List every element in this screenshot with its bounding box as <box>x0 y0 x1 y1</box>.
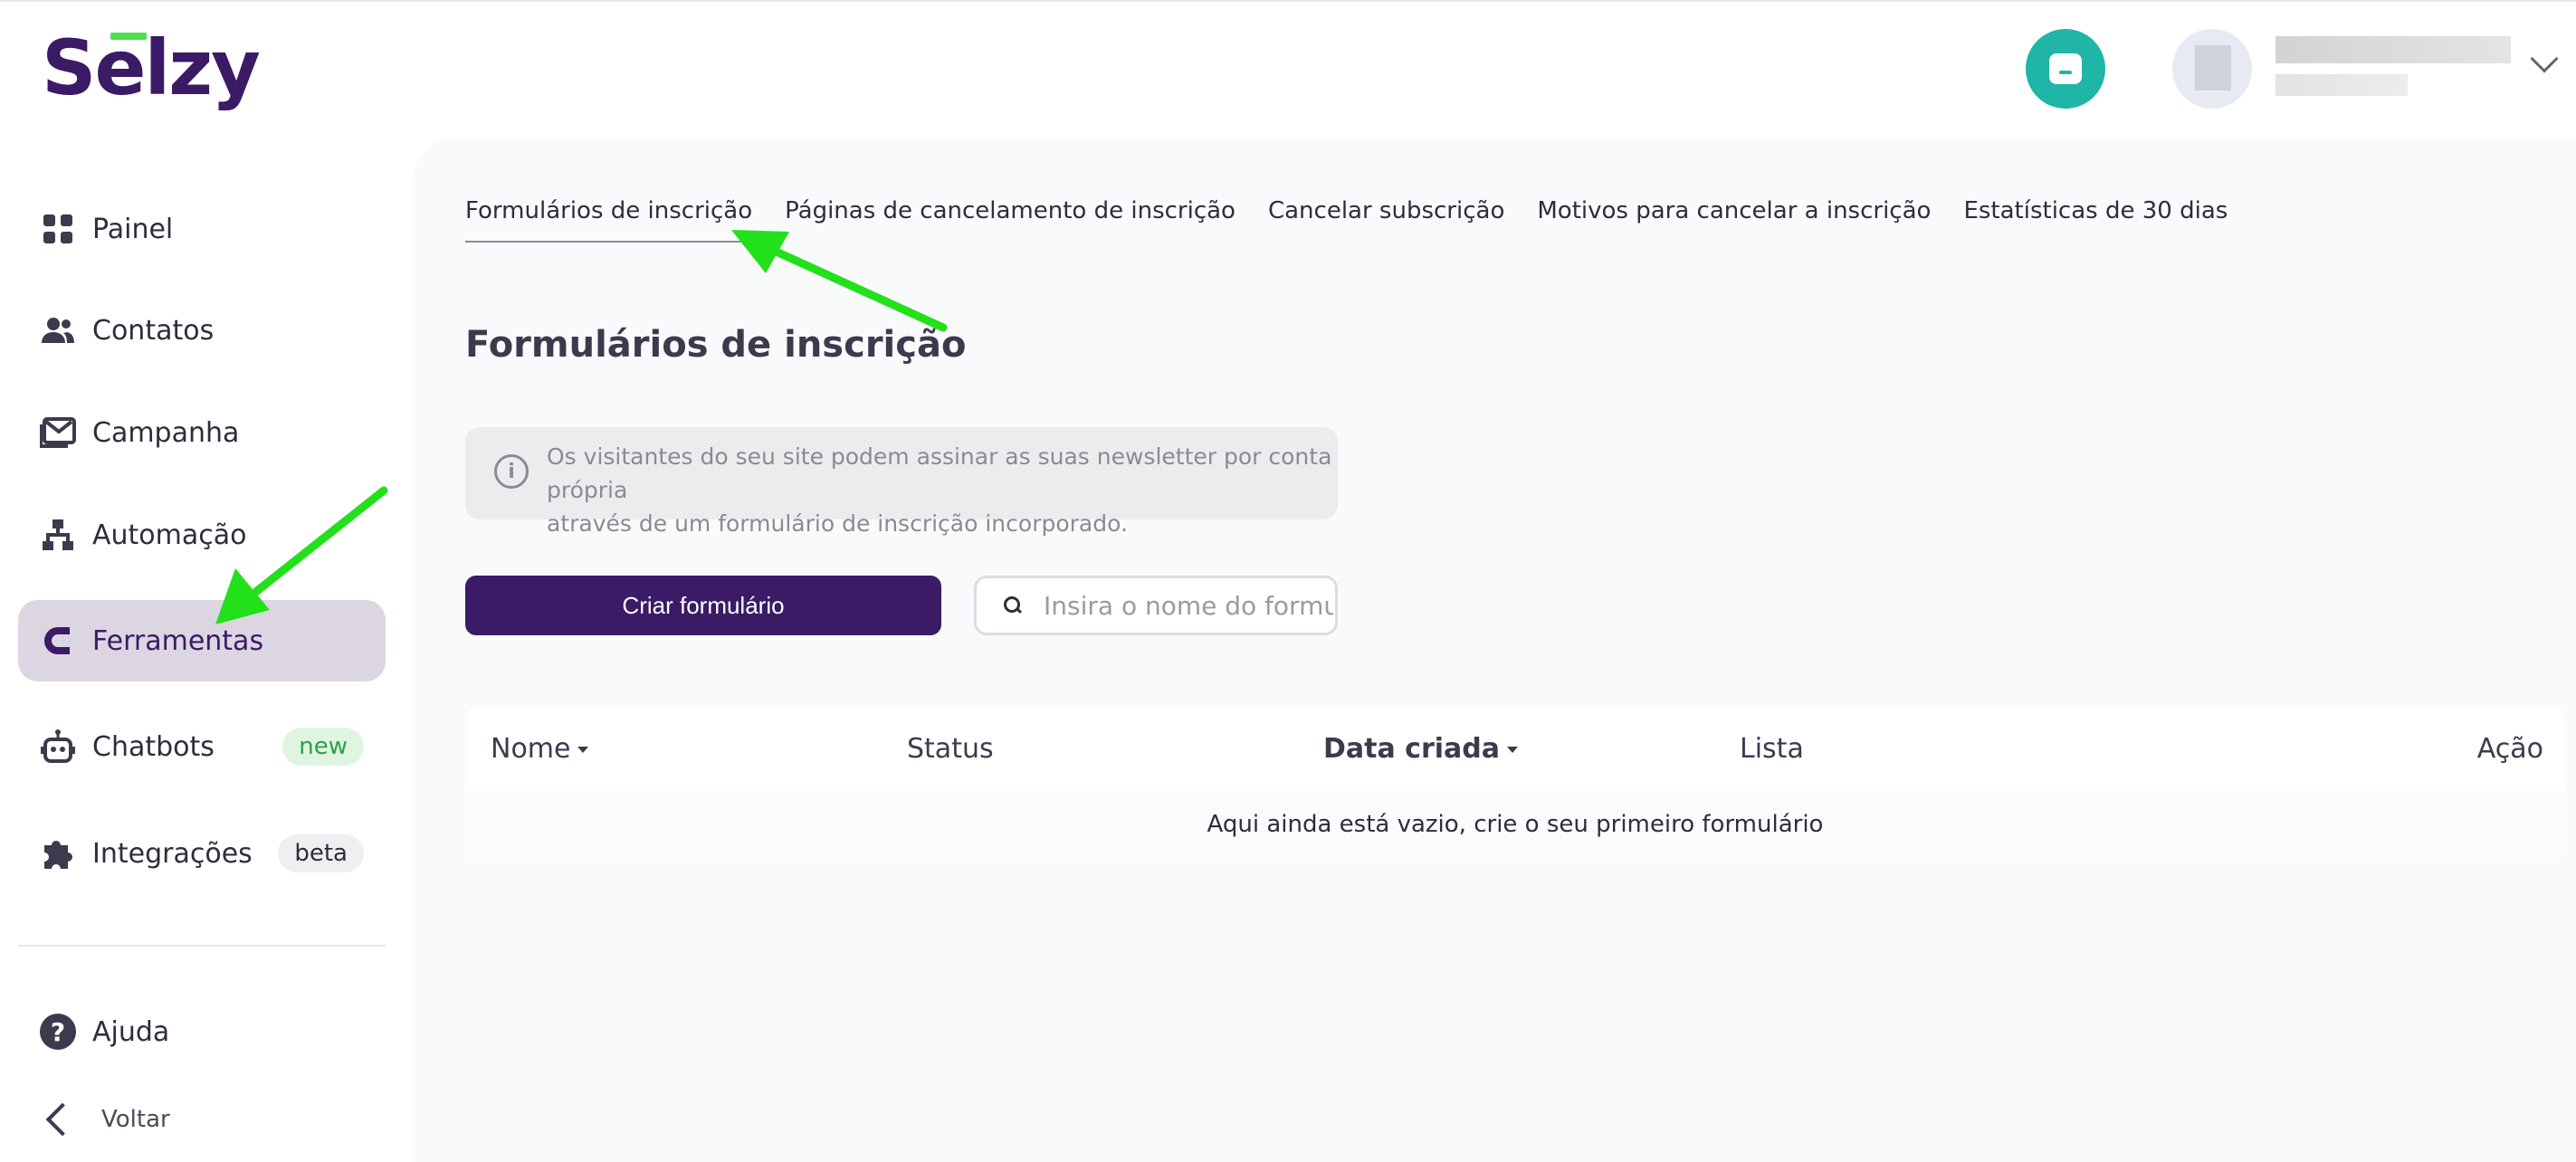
puzzle-icon <box>40 835 76 872</box>
back-label: Voltar <box>101 1106 170 1133</box>
help-link[interactable]: ? Ajuda <box>40 1014 169 1050</box>
sidebar-divider <box>18 945 386 947</box>
chat-button[interactable] <box>2026 29 2105 109</box>
search-icon <box>1004 596 1022 614</box>
help-icon: ? <box>40 1014 76 1050</box>
tab-30-day-stats[interactable]: Estatísticas de 30 dias <box>1963 197 2228 243</box>
top-bar: Selzy <box>0 0 2576 136</box>
sidebar-item-label: Campanha <box>92 416 240 449</box>
sidebar-item-label: Painel <box>92 213 174 245</box>
selzy-logo[interactable]: Selzy <box>42 24 261 112</box>
sidebar-item-campanha[interactable]: Campanha <box>18 392 386 473</box>
mail-icon <box>40 414 76 451</box>
sort-caret-icon <box>577 747 589 753</box>
tab-unsubscribe[interactable]: Cancelar subscrição <box>1268 197 1504 243</box>
sidebar-item-label: Ferramentas <box>92 624 264 657</box>
tab-unsubscribe-reasons[interactable]: Motivos para cancelar a inscrição <box>1537 197 1931 243</box>
sidebar-item-label: Automação <box>92 519 247 551</box>
info-text-line: através de um formulário de inscrição in… <box>547 510 1128 537</box>
hierarchy-icon <box>40 517 76 553</box>
info-banner: i Os visitantes do seu site podem assina… <box>465 427 1338 537</box>
sidebar-item-ferramentas[interactable]: Ferramentas <box>18 600 386 681</box>
column-header-status: Status <box>907 733 994 765</box>
column-header-action: Ação <box>2476 733 2543 765</box>
tab-bar: Formulários de inscrição Páginas de canc… <box>465 197 2228 243</box>
info-text-line: Os visitantes do seu site podem assinar … <box>547 443 1332 503</box>
column-header-date-created[interactable]: Data criada <box>1323 733 1518 765</box>
main-content: Formulários de inscrição Páginas de canc… <box>413 138 2576 1162</box>
sort-caret-icon <box>1507 747 1518 753</box>
sidebar-item-chatbots[interactable]: Chatbots new <box>18 706 386 787</box>
back-link[interactable]: Voltar <box>45 1102 170 1137</box>
tab-subscription-forms[interactable]: Formulários de inscrição <box>465 197 753 243</box>
user-email-redacted <box>2275 74 2408 96</box>
sidebar: Painel Contatos Campanha Automação Ferra… <box>0 136 398 1162</box>
search-input[interactable] <box>1044 590 1333 621</box>
info-icon: i <box>494 454 529 489</box>
forms-table: Nome Status Data criada Lista Ação Aqui … <box>465 706 2565 858</box>
new-badge: new <box>282 728 364 766</box>
sidebar-item-integracoes[interactable]: Integrações beta <box>18 813 386 894</box>
logo-text: Selzy <box>42 24 261 112</box>
empty-state-message: Aqui ainda está vazio, crie o seu primei… <box>465 791 2565 858</box>
user-name-redacted <box>2275 36 2511 63</box>
create-form-button[interactable]: Criar formulário <box>465 576 941 635</box>
user-avatar[interactable] <box>2172 29 2252 109</box>
chevron-left-icon <box>45 1102 80 1137</box>
tab-unsubscribe-pages[interactable]: Páginas de cancelamento de inscrição <box>785 197 1236 243</box>
sidebar-item-automacao[interactable]: Automação <box>18 494 386 576</box>
column-header-name[interactable]: Nome <box>491 733 589 765</box>
help-label: Ajuda <box>92 1015 170 1048</box>
chevron-down-icon[interactable] <box>2530 44 2559 73</box>
grid-icon <box>40 211 76 247</box>
column-header-list: Lista <box>1740 733 1804 765</box>
sidebar-item-label: Chatbots <box>92 730 215 763</box>
beta-badge: beta <box>278 834 364 872</box>
search-box[interactable] <box>974 576 1338 635</box>
info-text: Os visitantes do seu site podem assinar … <box>547 427 1338 540</box>
people-icon <box>40 312 76 348</box>
page-title: Formulários de inscrição <box>465 324 967 366</box>
magnet-icon <box>40 623 76 659</box>
sidebar-item-label: Contatos <box>92 314 215 347</box>
robot-icon <box>40 729 76 765</box>
logo-accent-bar <box>110 33 147 40</box>
sidebar-item-painel[interactable]: Painel <box>18 188 386 270</box>
sidebar-item-contatos[interactable]: Contatos <box>18 290 386 371</box>
sidebar-item-label: Integrações <box>92 837 253 870</box>
chat-bubble-icon <box>2049 53 2082 84</box>
